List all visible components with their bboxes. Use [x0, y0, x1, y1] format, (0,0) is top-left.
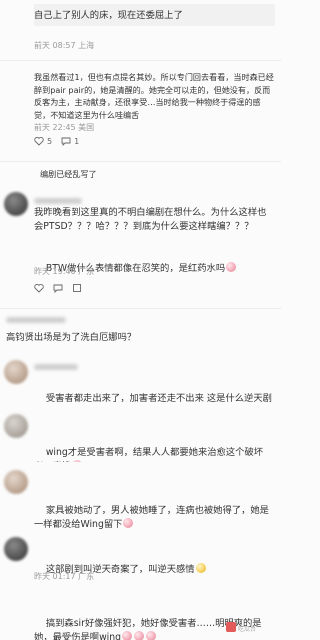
comment-meta: 前天 22:45 美国 [34, 123, 95, 132]
comment-text: 搞到森sir好像强奸犯，她好像受害者……明明爽的是她，最受伤是啊wing [34, 603, 275, 640]
comment-meta: 昨天 01:17 广东 [34, 572, 95, 581]
comment-card-9: 这部剧到叫逆天奇案了，叫逆天感情 昨天 01:17 广东 [0, 533, 281, 591]
comment-meta: 前天 08:57 上海 [34, 41, 95, 50]
comment-text: 自己上了别人的床，现在还委屈上了 [34, 10, 183, 21]
comment-text: wing才是受害者啊，结果人人都要她来治愈这个破坏者，真惨 [34, 432, 275, 462]
comment-text: 家具被她动了，男人被她睡了，连病也被她得了，她是一样都没给Wing留下 [34, 490, 275, 530]
comment-card-7: wing才是受害者啊，结果人人都要她来治愈这个破坏者，真惨 [0, 410, 281, 462]
comment-icon [61, 137, 71, 146]
username[interactable] [34, 198, 82, 204]
like-count: 5 [47, 136, 53, 146]
avatar[interactable] [4, 470, 28, 494]
username[interactable] [6, 317, 66, 323]
reply-count: 1 [74, 136, 80, 146]
comment-card-3: 编剧已经乱写了 [0, 162, 281, 190]
comment-text: 我虽然看过1，但也有点提名其妙。所以专门回去看看，当时森已经醉到pair pai… [34, 72, 274, 120]
comment-text: 高钧贤出场是为了洗白厄娜吗？ [6, 332, 137, 343]
comment-text: 受害者都走出来了，加害者还走不出来 这是什么逆天剧情 [34, 378, 275, 406]
comment-actions [34, 282, 82, 294]
watermark: 吃瓜台 [238, 626, 257, 633]
comment-card-2: 我虽然看过1，但也有点提名其妙。所以专门回去看看，当时森已经醉到pair pai… [0, 61, 281, 161]
comment-meta: 昨天 19:40 广东 [34, 267, 95, 276]
like-button[interactable]: 5 [34, 136, 52, 146]
blush-emoji-icon [226, 262, 237, 272]
reply-button[interactable]: 1 [61, 136, 79, 146]
heart-icon [34, 137, 44, 146]
sad-emoji-icon [72, 460, 83, 462]
comment-card-5: 高钧贤出场是为了洗白厄娜吗？ [0, 309, 281, 351]
reply-button[interactable] [53, 283, 63, 293]
comment-card-1: 自己上了别人的床，现在还委屈上了 前天 08:57 上海 [0, 0, 281, 60]
cry-emoji-icon [122, 631, 133, 640]
comment-card-4: 我昨晚看到这里真的不明白编剧在想什么。为什么这样也会PTSD？？？哈？？？到底为… [0, 190, 281, 308]
comment-text-body: wing才是受害者啊，结果人人都要她来治愈这个破坏者，真惨 [34, 447, 264, 462]
avatar[interactable] [4, 360, 28, 384]
cry-emoji-icon [146, 631, 157, 640]
comment-text: 编剧已经乱写了 [40, 169, 97, 179]
avatar[interactable] [4, 414, 28, 438]
comment-card-10: 搞到森sir好像强奸犯，她好像受害者……明明爽的是她，最受伤是啊wing [0, 595, 281, 640]
heart-icon [34, 284, 44, 293]
share-button[interactable] [72, 283, 82, 293]
share-icon [73, 284, 81, 292]
comment-text-body: 家具被她动了，男人被她睡了，连病也被她得了，她是一样都没给Wing留下 [34, 505, 269, 530]
cry-emoji-icon [134, 631, 145, 640]
avatar[interactable] [4, 192, 28, 216]
watermark-logo-icon [226, 622, 236, 632]
laugh-emoji-icon [195, 563, 206, 573]
comment-actions: 5 1 [34, 135, 79, 147]
comment-icon [53, 284, 63, 293]
comment-text-body: 受害者都走出来了，加害者还走不出来 这是什么逆天剧情 [45, 393, 272, 404]
username[interactable] [34, 364, 78, 370]
comment-card-6: 受害者都走出来了，加害者还走不出来 这是什么逆天剧情 [0, 356, 281, 406]
comment-card-8: 家具被她动了，男人被她睡了，连病也被她得了，她是一样都没给Wing留下 [0, 466, 281, 530]
comment-text: 我昨晚看到这里真的不明白编剧在想什么。为什么这样也会PTSD？？？哈？？？到底为… [34, 207, 267, 232]
comment-text: 这部剧到叫逆天奇案了，叫逆天感情 [34, 549, 275, 591]
cry-emoji-icon [123, 518, 134, 528]
like-button[interactable] [34, 283, 44, 293]
avatar[interactable] [4, 537, 28, 561]
